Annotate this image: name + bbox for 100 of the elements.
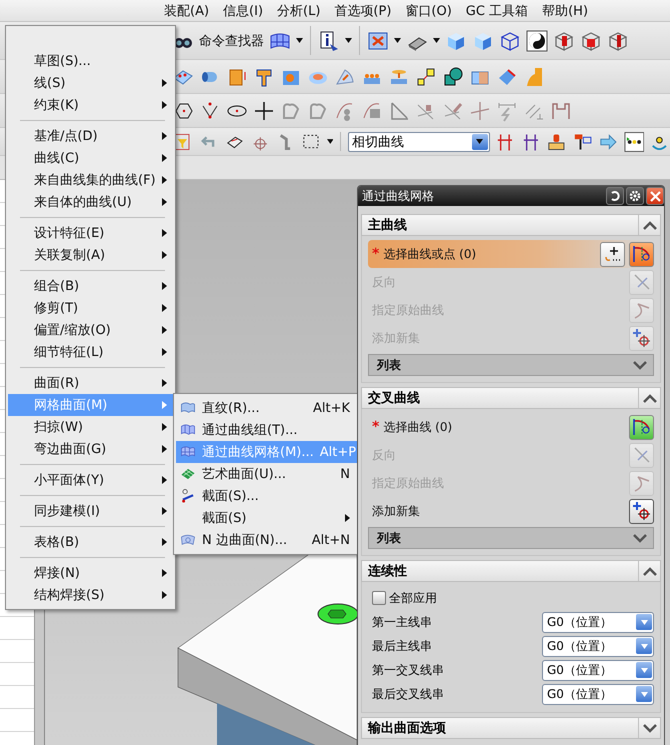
menu-bar-item[interactable]: 窗口(O) [399,2,458,20]
add-new-set-button[interactable] [629,498,654,524]
close-button[interactable] [646,187,664,205]
menu-item[interactable]: 表格(B) [8,531,173,553]
option-label: 指定原始曲线 [372,302,445,318]
checkbox[interactable] [372,591,386,605]
section-header[interactable]: 输出曲面选项 [361,717,661,739]
required-mark: * [372,419,380,435]
move-squares-icon[interactable] [415,66,437,88]
menu-item[interactable]: 同步建模(I) [8,500,173,522]
reset-icon [609,190,621,202]
menu-item[interactable]: 扫掠(W) [8,416,173,438]
list-toggle[interactable]: 列表 [368,354,654,376]
menu-item[interactable]: 修剪(T) [8,297,173,319]
cube-in-wireframe-icon[interactable] [580,30,602,52]
option-label: 反向 [372,274,397,290]
cylinder-in-wireframe-icon[interactable] [607,30,629,52]
menu-item[interactable]: 设计特征(E) [8,222,173,244]
command-finder-label[interactable]: 命令查找器 [199,32,264,50]
curved-surface-icon [180,422,196,438]
menu-item[interactable]: 关联复制(A) [8,244,173,266]
submenu-arrow-icon [345,514,350,522]
chevron-up-icon [642,394,656,402]
reset-button[interactable] [606,187,624,205]
chevron-up-icon [642,220,656,230]
menu-item[interactable]: 焊接(N) [8,562,173,584]
node-diagram-icon[interactable] [624,130,644,152]
submenu-arrow-icon [162,445,167,453]
menu-item[interactable]: 来自曲线集的曲线(F) [8,169,173,191]
field-label: 第一主线串 [372,614,432,630]
menu-item[interactable]: 草图(S)... [8,50,173,72]
selection-label: 选择曲线或点 (0) [383,246,478,262]
section-header[interactable]: 连续性 [361,560,661,582]
submenu-arrow-icon [162,507,167,515]
menu-item[interactable]: 曲面(R) [8,372,173,394]
continuity-dropdown[interactable]: G0（位置） [542,612,654,632]
menu-item[interactable]: 约束(K) [8,94,173,116]
menu-item[interactable]: 截面(S)... [176,485,358,507]
menu-item[interactable]: 曲线(C) [8,147,173,169]
plus-dots-icon [604,245,622,263]
add-point-button[interactable] [600,242,625,266]
crossing-lines-icon[interactable] [469,100,491,122]
section-header[interactable]: 主曲线 [361,214,661,236]
section-tool-icon [180,488,196,504]
option-label: 添加新集 [372,330,421,346]
menu-item[interactable]: 细节特征(L) [8,341,173,363]
submenu-arrow-icon [162,101,167,109]
menu-item[interactable]: 直纹(R)... Alt+K [176,397,358,419]
selection-row[interactable]: * 选择曲线 (0) [368,413,654,441]
menu-item[interactable]: 艺术曲面(U)... N [176,463,358,485]
collapse-toggle[interactable] [638,718,660,738]
continuity-dropdown[interactable]: G0（位置） [542,684,654,704]
chevron-down-icon [633,360,647,370]
dialog-title: 通过曲线网格 [362,188,435,204]
menu-item[interactable]: 来自体的曲线(U) [8,191,173,213]
menu-bar-item[interactable]: 装配(A) [158,2,216,20]
fit-view-icon[interactable] [367,30,389,52]
menu-bar-item[interactable]: 帮助(H) [536,2,594,20]
menu-item[interactable]: 通过曲线组(T)... [176,419,358,441]
curve-rule-dropdown[interactable]: 相切曲线 [348,132,490,152]
settings-button[interactable] [626,187,644,205]
select-curve-button[interactable] [629,414,654,440]
wireframe-cube-icon[interactable] [499,30,521,52]
menu-item[interactable]: 小平面体(Y) [8,469,173,491]
menu-bar-item[interactable]: 首选项(P) [328,2,398,20]
section-header[interactable]: 交叉曲线 [361,387,661,409]
menu-bar-item[interactable]: 信息(I) [217,2,270,20]
menu-bar-item[interactable]: GC 工具箱 [460,2,534,20]
square-circle-icon[interactable] [442,66,464,88]
menu-item[interactable]: 偏置/缩放(O) [8,319,173,341]
caret-icon [640,620,648,624]
chevron-down-icon [642,724,656,732]
submenu-arrow-icon [162,423,167,431]
selection-row[interactable]: * 选择曲线或点 (0) [368,240,654,268]
plus-icon[interactable] [253,100,275,122]
continuity-dropdown[interactable]: G0（位置） [542,636,654,656]
chevron-down-icon [633,534,647,542]
grid-surface-icon [180,466,196,482]
menu-item[interactable]: 线(S) [8,72,173,94]
menu-item[interactable]: 基准/点(D) [8,125,173,147]
submenu-arrow-icon [162,251,167,259]
menu-bar-item[interactable]: 分析(L) [271,2,326,20]
menu-item[interactable]: 截面(S) [176,507,358,529]
continuity-dropdown[interactable]: G0（位置） [542,660,654,680]
list-toggle[interactable]: 列表 [368,527,654,549]
n-sided-surface-icon [180,532,196,548]
section-title: 交叉曲线 [367,390,420,407]
caret-icon [345,38,352,43]
chevron-up-icon [642,566,656,576]
info-icon[interactable] [318,30,340,52]
yin-yang-icon[interactable] [526,30,548,52]
menu-item[interactable]: 弯边曲面(G) [8,438,173,460]
menu-item[interactable]: 结构焊接(S) [8,584,173,606]
option-label: 反向 [372,446,397,464]
select-curve-button[interactable] [629,242,654,266]
caret-icon [640,668,648,672]
menu-item[interactable]: N 边曲面(N)... Alt+N [176,529,358,551]
curve-select-icon [630,243,652,265]
cylinder-in-wireframe-icon[interactable] [553,30,575,52]
menu-item[interactable]: 组合(B) [8,275,173,297]
